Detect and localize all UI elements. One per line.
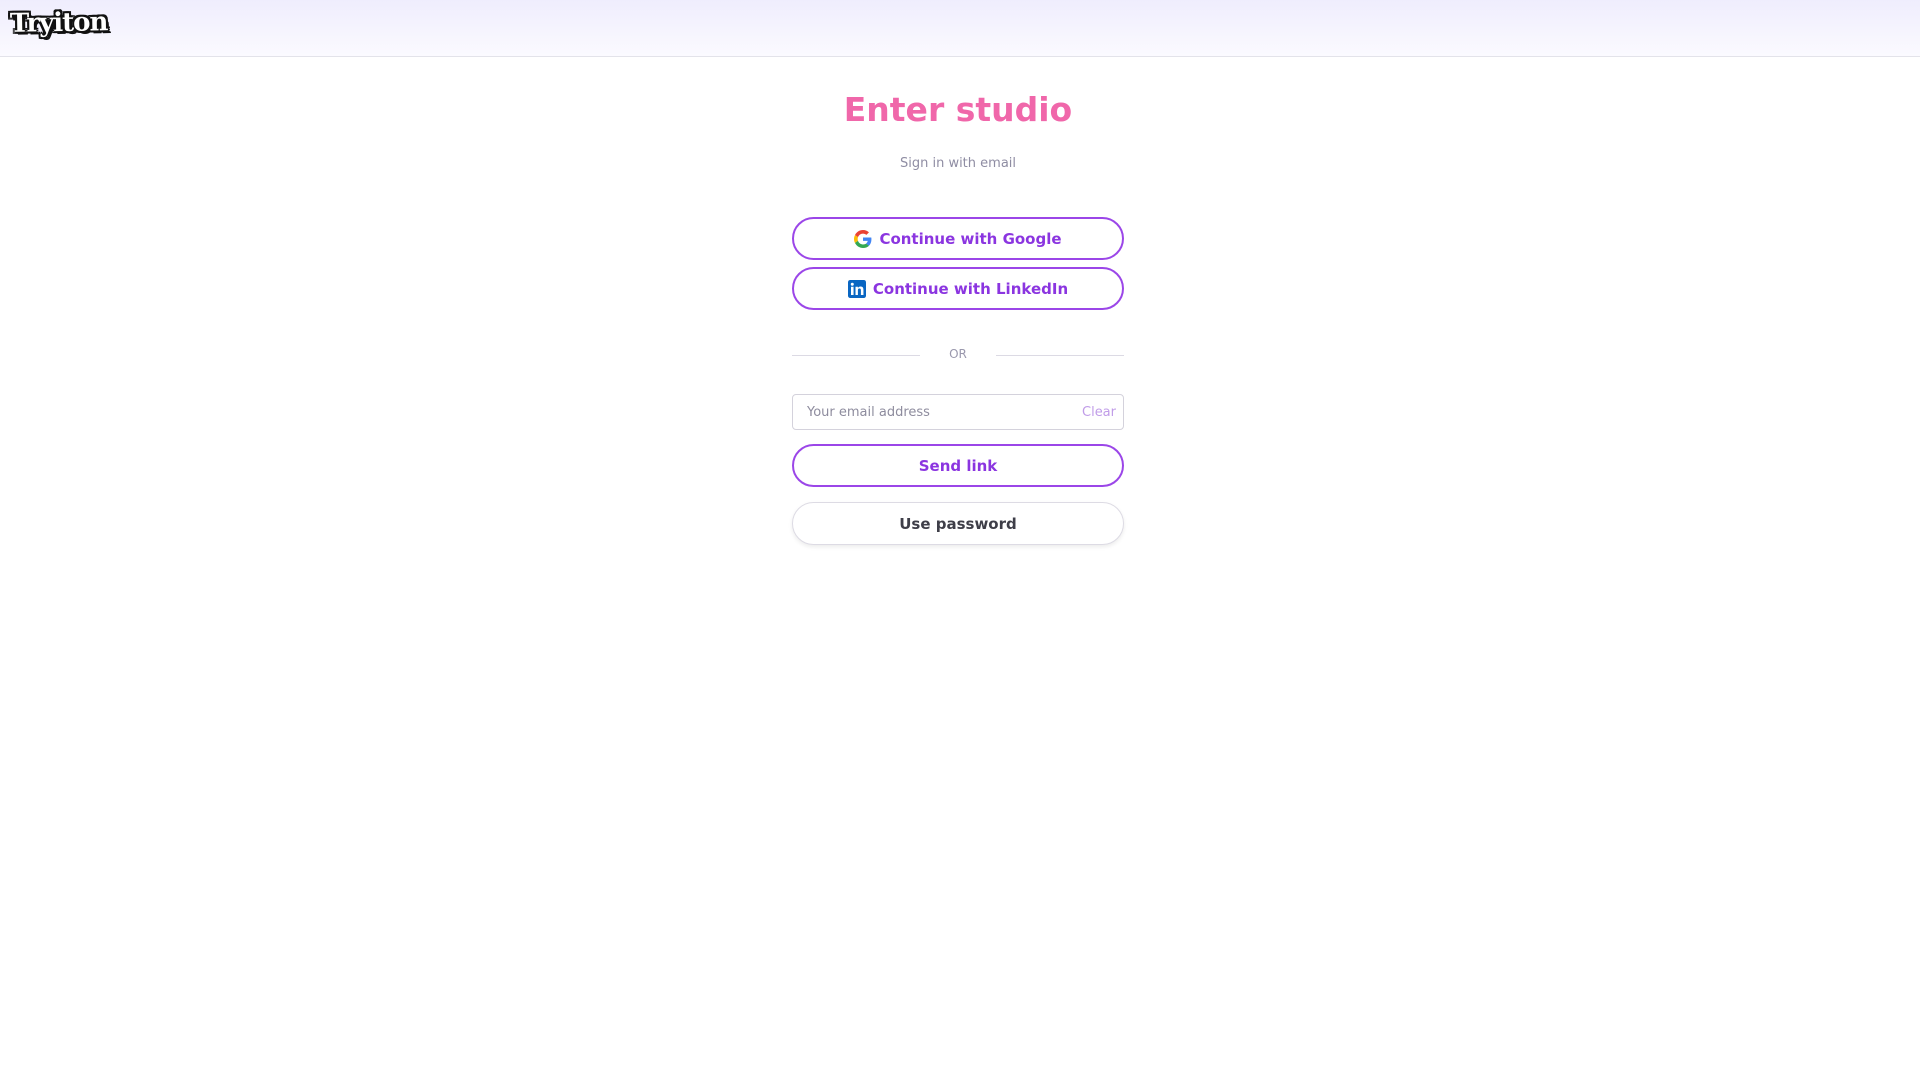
clear-button[interactable]: Clear (1082, 405, 1116, 420)
email-input[interactable] (793, 395, 1073, 429)
or-label: OR (949, 347, 967, 361)
linkedin-icon (847, 279, 866, 298)
use-password-button[interactable]: Use password (792, 502, 1124, 545)
send-link-button[interactable]: Send link (792, 444, 1124, 487)
or-divider: OR (792, 347, 1124, 365)
divider-line-right (996, 355, 1124, 356)
page-title: Enter studio (843, 90, 1073, 129)
top-bar: Tryiton (0, 0, 1920, 57)
google-icon (854, 229, 872, 248)
linkedin-button-label: Continue with LinkedIn (872, 279, 1069, 298)
continue-with-google-button[interactable]: Continue with Google (792, 217, 1124, 260)
google-button-label: Continue with Google (879, 229, 1062, 248)
email-field-wrapper: Clear (792, 394, 1124, 430)
tryiton-logo[interactable]: Tryiton (10, 7, 108, 39)
page-subtitle: Sign in with email (899, 156, 1017, 171)
continue-with-linkedin-button[interactable]: Continue with LinkedIn (792, 267, 1124, 310)
